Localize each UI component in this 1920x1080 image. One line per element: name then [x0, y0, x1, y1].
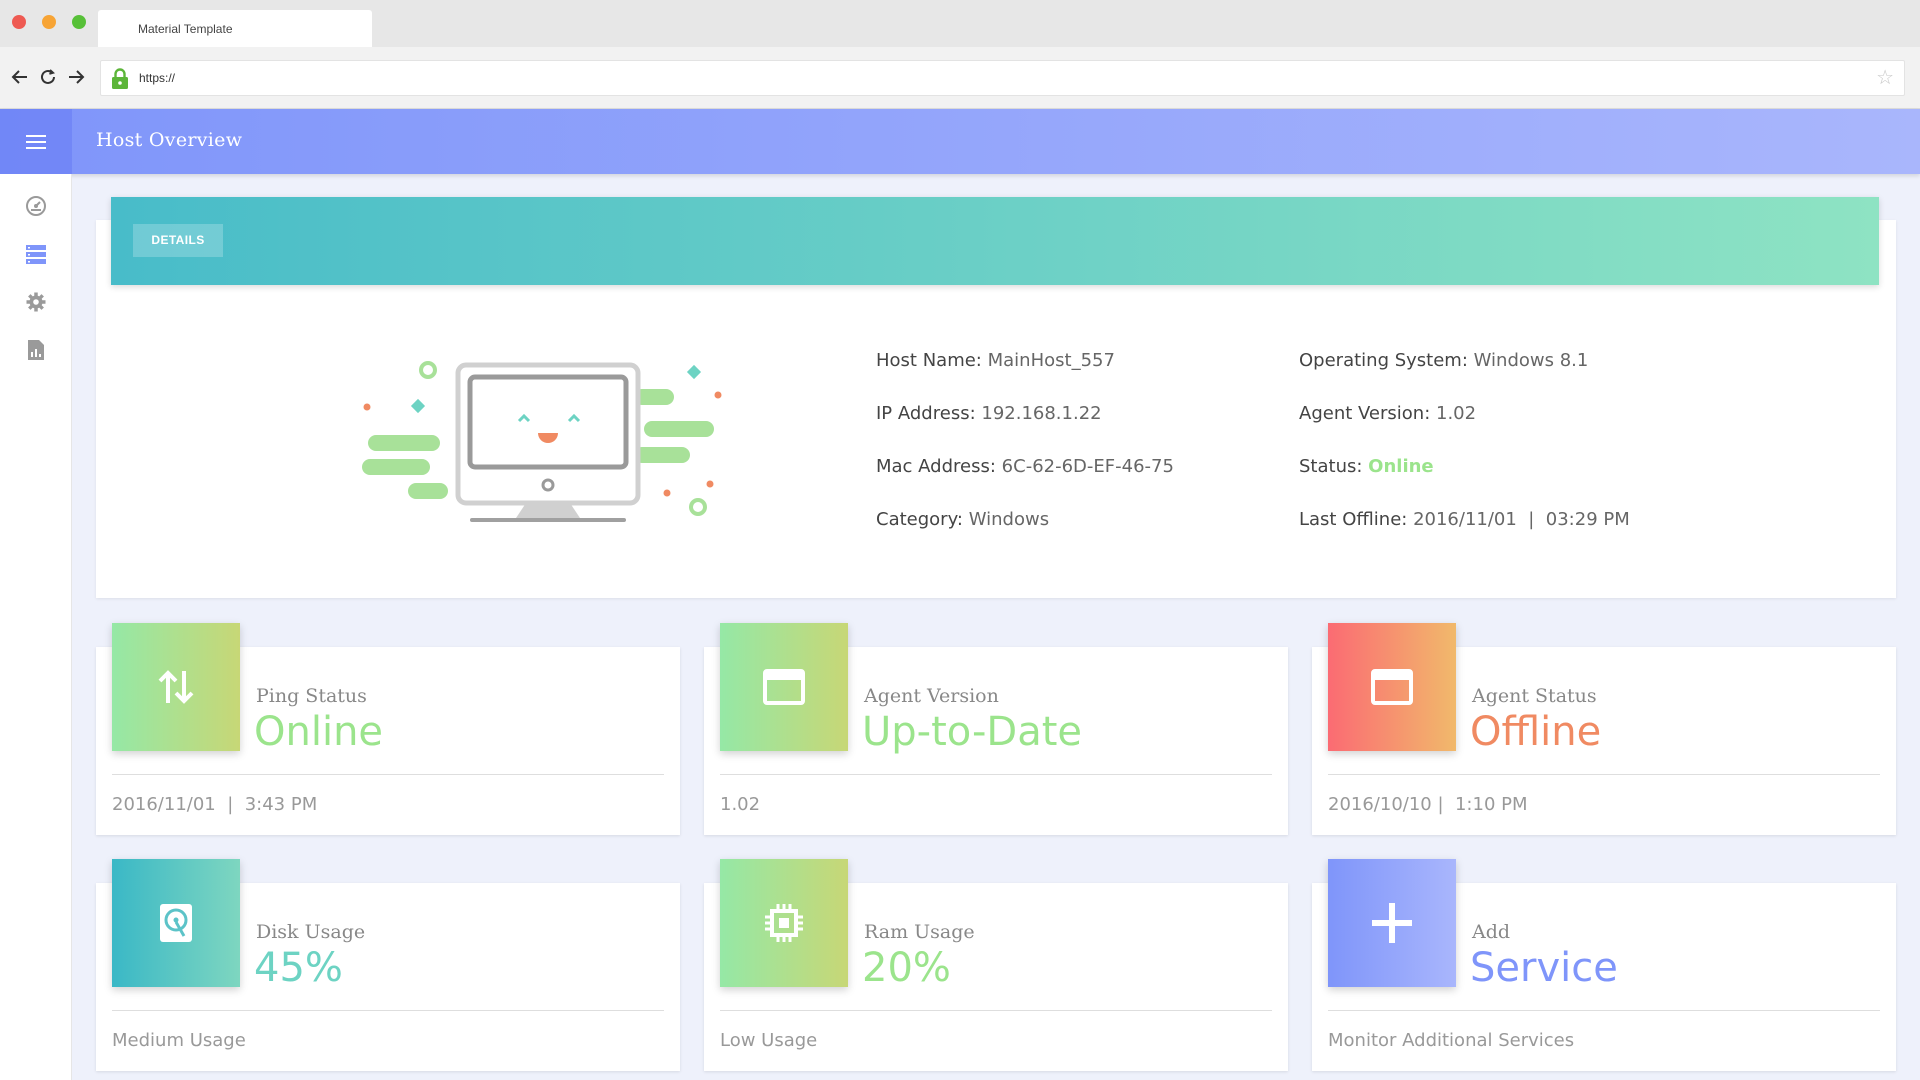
- computer-illustration: [362, 361, 722, 522]
- page-title: Host Overview: [96, 129, 243, 151]
- disk-usage-label: Disk Usage: [256, 921, 366, 943]
- agent-status-footer: 2016/10/10 | 1:10 PM: [1328, 794, 1528, 815]
- info-last-offline: Last Offline: 2016/11/01 | 03:29 PM: [1299, 509, 1630, 530]
- info-label: Category:: [876, 509, 963, 530]
- forward-button[interactable]: [64, 65, 88, 89]
- add-service-card[interactable]: Add Service Monitor Additional Services: [1312, 859, 1896, 1071]
- window-close-button[interactable]: [12, 15, 26, 29]
- ram-icon-tile: [720, 859, 848, 987]
- disk-usage-card[interactable]: Disk Usage 45% Medium Usage: [96, 859, 680, 1071]
- plus-icon: [1372, 903, 1412, 943]
- info-value: Windows 8.1: [1473, 350, 1589, 371]
- url-text: https://: [139, 71, 176, 85]
- info-value: MainHost_557: [987, 350, 1115, 371]
- sidebar-item-settings[interactable]: [24, 290, 48, 314]
- browser-toolbar: https:// ☆: [0, 47, 1920, 109]
- browser-tab[interactable]: Material Template: [98, 10, 372, 47]
- agent-version-value: Up-to-Date: [862, 709, 1083, 755]
- disk-usage-value: 45%: [254, 945, 343, 991]
- hamburger-menu-icon: [26, 134, 46, 149]
- card-divider: [1328, 774, 1880, 775]
- ping-status-card[interactable]: Ping Status Online 2016/11/01 | 3:43 PM: [96, 623, 680, 835]
- dashboard-icon: [26, 196, 46, 216]
- info-operating-system: Operating System: Windows 8.1: [1299, 350, 1588, 371]
- card-divider: [720, 1010, 1272, 1011]
- card-divider: [112, 774, 664, 775]
- agent-status-icon-tile: [1328, 623, 1456, 751]
- info-label: Last Offline:: [1299, 509, 1408, 530]
- back-arrow-icon: [11, 70, 27, 84]
- agent-version-icon-tile: [720, 623, 848, 751]
- ram-usage-label: Ram Usage: [864, 921, 975, 943]
- info-value: 6C-62-6D-EF-46-75: [1001, 456, 1174, 477]
- info-value: 2016/11/01 | 03:29 PM: [1413, 509, 1630, 530]
- info-host-name: Host Name: MainHost_557: [876, 350, 1115, 371]
- info-status: Status: Online: [1299, 456, 1434, 477]
- app-header: Host Overview: [0, 109, 1920, 174]
- card-divider: [112, 1010, 664, 1011]
- ping-status-label: Ping Status: [256, 685, 367, 707]
- chip-icon: [765, 904, 803, 942]
- ram-usage-value: 20%: [862, 945, 951, 991]
- reload-icon: [41, 69, 55, 84]
- settings-icon: [26, 292, 46, 312]
- window-minimize-button[interactable]: [42, 15, 56, 29]
- info-label: Mac Address:: [876, 456, 996, 477]
- disk-usage-footer: Medium Usage: [112, 1030, 246, 1051]
- window-icon: [1371, 669, 1413, 705]
- details-banner: DETAILS: [111, 197, 1879, 285]
- url-field[interactable]: https:// ☆: [100, 60, 1905, 96]
- info-label: Status:: [1299, 456, 1363, 477]
- disk-icon-tile: [112, 859, 240, 987]
- details-tab[interactable]: DETAILS: [133, 224, 223, 257]
- add-service-value[interactable]: Service: [1470, 945, 1618, 991]
- sidebar-item-dashboard[interactable]: [24, 194, 48, 218]
- reload-button[interactable]: [36, 65, 60, 89]
- agent-version-label: Agent Version: [864, 685, 999, 707]
- card-divider: [1328, 1010, 1880, 1011]
- ram-usage-card[interactable]: Ram Usage 20% Low Usage: [704, 859, 1288, 1071]
- info-category: Category: Windows: [876, 509, 1049, 530]
- report-icon: [28, 340, 44, 360]
- ping-icon-tile: [112, 623, 240, 751]
- browser-titlebar: Material Template: [0, 0, 1920, 47]
- ping-status-footer: 2016/11/01 | 3:43 PM: [112, 794, 318, 815]
- ram-usage-footer: Low Usage: [720, 1030, 818, 1051]
- info-value: 192.168.1.22: [981, 403, 1102, 424]
- servers-icon: [26, 245, 46, 264]
- window-maximize-button[interactable]: [72, 15, 86, 29]
- sidebar-item-reports[interactable]: [24, 338, 48, 362]
- sidebar-item-servers[interactable]: [24, 242, 48, 266]
- status-online-value: Online: [1368, 456, 1434, 477]
- info-label: IP Address:: [876, 403, 976, 424]
- info-ip-address: IP Address: 192.168.1.22: [876, 403, 1102, 424]
- back-button[interactable]: [8, 65, 32, 89]
- add-service-label: Add: [1472, 921, 1511, 943]
- info-value: 1.02: [1436, 403, 1477, 424]
- bookmark-star-icon[interactable]: ☆: [1876, 67, 1894, 89]
- info-label: Host Name:: [876, 350, 982, 371]
- add-service-icon-tile[interactable]: [1328, 859, 1456, 987]
- menu-button[interactable]: [0, 109, 72, 174]
- info-value: Windows: [968, 509, 1050, 530]
- info-agent-version: Agent Version: 1.02: [1299, 403, 1476, 424]
- window-icon: [763, 669, 805, 705]
- info-mac-address: Mac Address: 6C-62-6D-EF-46-75: [876, 456, 1174, 477]
- ping-status-value: Online: [254, 709, 384, 755]
- agent-version-card[interactable]: Agent Version Up-to-Date 1.02: [704, 623, 1288, 835]
- lock-icon: [111, 68, 129, 95]
- swap-arrows-icon: [158, 670, 194, 704]
- hard-drive-icon: [160, 904, 192, 942]
- agent-status-label: Agent Status: [1472, 685, 1597, 707]
- info-label: Operating System:: [1299, 350, 1468, 371]
- browser-tab-title: Material Template: [138, 22, 233, 36]
- agent-status-value: Offline: [1470, 709, 1602, 755]
- info-label: Agent Version:: [1299, 403, 1431, 424]
- agent-status-card[interactable]: Agent Status Offline 2016/10/10 | 1:10 P…: [1312, 623, 1896, 835]
- sidebar: [0, 174, 72, 1080]
- agent-version-footer: 1.02: [720, 794, 761, 815]
- add-service-footer: Monitor Additional Services: [1328, 1030, 1575, 1051]
- card-divider: [720, 774, 1272, 775]
- forward-arrow-icon: [69, 70, 85, 84]
